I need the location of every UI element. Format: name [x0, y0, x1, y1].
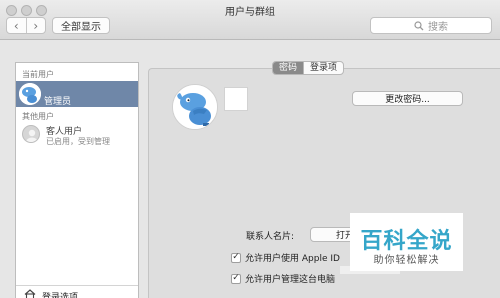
forward-button[interactable]: ›	[25, 18, 46, 33]
tab-bar: 密码 登录项	[272, 61, 345, 75]
sidebar-item-admin[interactable]: 管理员	[16, 81, 138, 107]
user-picture-placeholder	[224, 87, 248, 111]
user-list-sidebar: 当前用户 管理员 其他用户 客人用户 已启用，受到管理 登录选项	[15, 62, 139, 298]
current-user-header: 当前用户	[22, 70, 54, 79]
other-users-header: 其他用户	[22, 112, 54, 121]
show-all-button[interactable]: 全部显示	[52, 17, 110, 34]
tab-login-items[interactable]: 登录项	[303, 62, 343, 74]
watermark: 百科全说 助你轻松解决	[350, 213, 463, 271]
guest-avatar-icon	[22, 125, 40, 143]
change-password-button[interactable]: 更改密码...	[352, 91, 463, 106]
tab-password[interactable]: 密码	[273, 62, 304, 74]
check-icon: ✓	[232, 252, 240, 262]
login-options-label: 登录选项	[42, 293, 79, 298]
search-input[interactable]: 搜索	[370, 17, 492, 34]
chevron-left-icon: ‹	[13, 18, 19, 33]
allow-apple-id-checkbox[interactable]: ✓	[231, 252, 241, 263]
search-icon	[414, 20, 424, 30]
allow-admin-checkbox[interactable]: ✓	[231, 273, 241, 284]
house-icon	[24, 289, 36, 298]
allow-admin-label: 允许用户管理这台电脑	[245, 275, 336, 285]
contacts-card-label: 联系人名片:	[246, 232, 295, 242]
sidebar-item-label: 管理员	[44, 97, 72, 107]
back-button[interactable]: ‹	[7, 18, 26, 33]
allow-admin-row: ✓ 允许用户管理这台电脑	[231, 272, 335, 285]
window-title: 用户与群组	[225, 7, 275, 18]
watermark-subtitle: 助你轻松解决	[373, 255, 440, 266]
login-options-item[interactable]: 登录选项	[16, 285, 138, 298]
avatar	[19, 83, 41, 105]
search-placeholder: 搜索	[428, 22, 448, 33]
chevron-right-icon: ›	[33, 18, 39, 33]
toolbar: 用户与群组 ‹ › 全部显示 搜索	[0, 0, 500, 40]
user-avatar[interactable]	[172, 84, 218, 130]
guest-status-text: 已启用，受到管理	[46, 137, 110, 146]
bird-avatar-icon	[173, 85, 217, 129]
bird-avatar-icon	[19, 83, 41, 105]
allow-apple-id-label: 允许用户使用 Apple ID	[245, 254, 340, 264]
allow-apple-id-row: ✓ 允许用户使用 Apple ID	[231, 251, 340, 264]
check-icon: ✓	[232, 273, 240, 283]
back-forward-group: ‹ ›	[6, 17, 46, 34]
